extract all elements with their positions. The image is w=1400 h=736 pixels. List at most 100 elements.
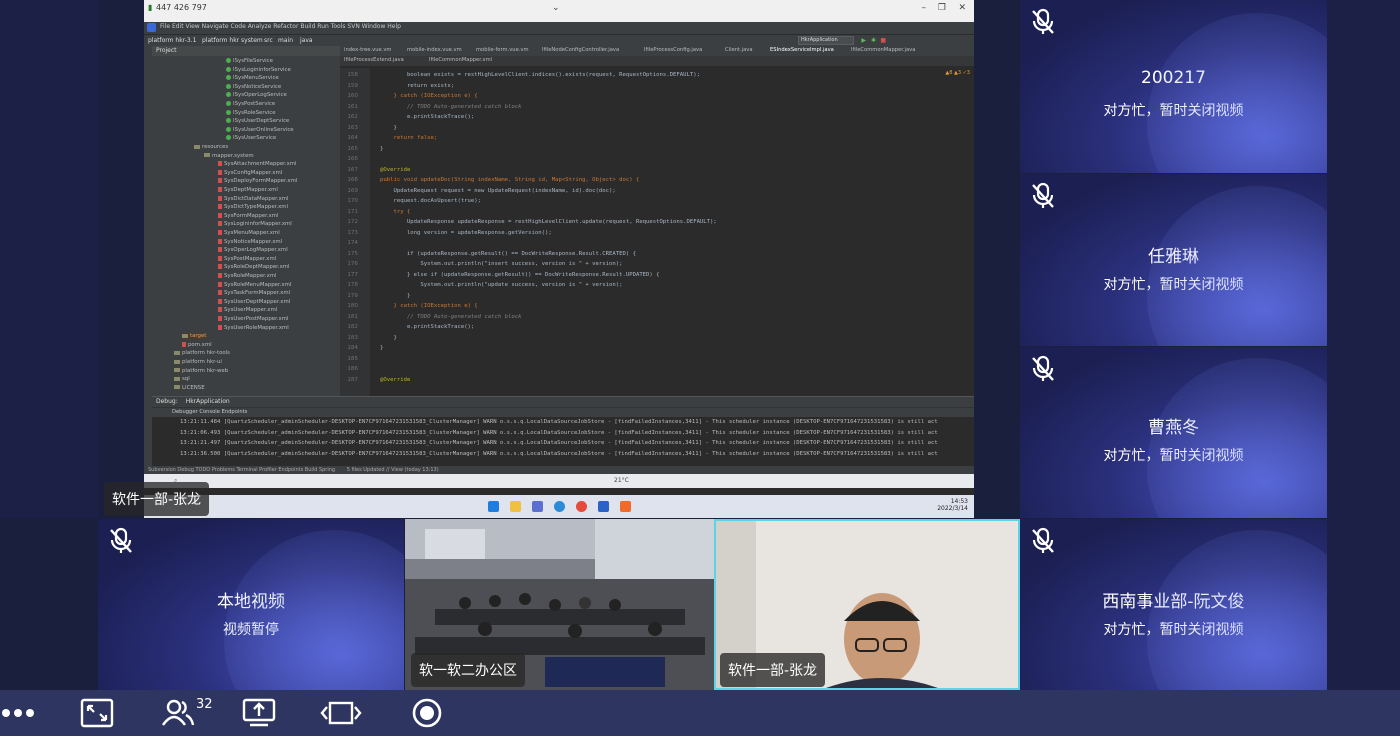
app-icon[interactable] [598,501,609,512]
code-line[interactable]: } catch (IOException e) { [380,303,477,309]
tree-item-service[interactable]: ISysUserOnlineService [226,127,294,133]
code-line[interactable]: @Override [380,167,410,173]
tree-item-service[interactable]: ISysOperLogService [226,92,287,98]
tree-item-service[interactable]: ISysPostService [226,101,275,107]
editor-tab[interactable]: Client.java [725,47,753,53]
tree-item-mapper[interactable]: SysRoleDeptMapper.xml [218,264,290,270]
tree-item-mapper[interactable]: SysDeployFormMapper.xml [218,178,297,184]
code-line[interactable]: request.docAsUpsert(true); [380,198,481,204]
editor-tab[interactable]: IfileProcessExtend.java [344,57,404,63]
editor-tab[interactable]: IfileCommonMapper.java [851,47,915,53]
restore-icon[interactable]: ❐ [938,3,946,13]
explorer-icon[interactable] [510,501,521,512]
code-line[interactable]: boolean exists = restHighLevelClient.ind… [380,72,700,78]
layout-icon[interactable] [320,697,362,729]
store-icon[interactable] [532,501,543,512]
record-icon[interactable] [411,697,443,729]
tree-item-mapper[interactable]: SysRoleMenuMapper.xml [218,282,291,288]
tree-item-mapper[interactable]: SysUserDeptMapper.xml [218,299,290,305]
tree-item-module[interactable]: target [182,333,207,340]
chrome-icon[interactable] [576,501,587,512]
breadcrumb-item[interactable]: platform hkr-3.1 [148,37,196,44]
tree-item-service[interactable]: ISysLogininforService [226,67,291,73]
screen-share[interactable]: ▮ 447 426 797 ⌄ – ❐ ✕ File Edit View Nav… [144,0,974,518]
tree-item-mapper[interactable]: SysOperLogMapper.xml [218,247,288,253]
project-header[interactable]: Project [152,46,340,56]
editor-tab[interactable]: IfileProcessConfig.java [644,47,702,53]
inspection-widget[interactable]: ▲8 ▲3 ✓3 [945,70,970,76]
run-icon[interactable]: ▶ [861,37,866,44]
code-line[interactable]: // TODO Auto-generated catch block [380,314,522,320]
code-line[interactable]: // TODO Auto-generated catch block [380,104,522,110]
participants-icon[interactable] [160,697,196,729]
editor-tab[interactable]: mobile-index.vue.vm [407,47,462,53]
tree-item-mapper[interactable]: SysRoleMapper.xml [218,273,277,279]
participant-tile[interactable]: 西南事业部-阮文俊 对方忙，暂时关闭视频 [1020,519,1327,690]
ide-menu[interactable]: File Edit View Navigate Code Analyze Ref… [160,23,401,30]
code-line[interactable]: @Override [380,377,410,383]
tree-item-folder[interactable]: mapper.system [204,153,254,159]
tree-item-service[interactable]: ISysFileService [226,58,273,64]
participant-tile[interactable]: 任雅琳 对方忙，暂时关闭视频 [1020,174,1327,346]
editor-tab[interactable]: index-tree.vue.vm [344,47,391,53]
code-line[interactable]: } [380,335,396,341]
tree-item-module[interactable]: sql [174,376,190,382]
code-line[interactable]: } [380,146,383,152]
edge-icon[interactable] [554,501,565,512]
code-line[interactable]: } [380,293,410,299]
code-line[interactable]: long version = updateResponse.getVersion… [380,230,552,236]
local-video-tile[interactable]: 本地视频 视频暂停 [98,519,404,690]
run-config-select[interactable]: HkrApplication [798,36,854,45]
debug-tabs[interactable]: Debugger Console Endpoints [152,407,974,417]
code-line[interactable]: try { [380,209,410,215]
tree-item-service[interactable]: ISysNoticeService [226,84,281,90]
share-screen-icon[interactable] [242,697,276,729]
ide-bottom-tabs[interactable]: Subversion Debug TODO Problems Terminal … [148,467,335,473]
code-line[interactable]: return exists; [380,83,454,89]
tree-item-mapper[interactable]: SysTaskFormMapper.xml [218,290,290,296]
tree-item-service[interactable]: ISysMenuService [226,75,279,81]
debug-app-tab[interactable]: HkrApplication [186,398,230,405]
code-line[interactable]: UpdateResponse updateResponse = restHigh… [380,219,717,225]
close-icon[interactable]: ✕ [958,3,966,13]
breadcrumb-item[interactable]: src [264,37,273,44]
minimize-icon[interactable]: – [922,3,927,13]
code-editor[interactable]: index-tree.vue.vm mobile-index.vue.vm mobi… [340,46,974,396]
tree-item-module[interactable]: platform hkr-tools [174,350,230,356]
tree-item-mapper[interactable]: SysUserRoleMapper.xml [218,325,289,331]
code-line[interactable]: System.out.println("insert success, vers… [380,261,622,267]
tree-item-service[interactable]: ISysUserService [226,135,276,141]
speaker-video-tile[interactable]: 软件一部-张龙 [714,519,1020,690]
code-line[interactable]: return false; [380,135,437,141]
more-icon[interactable] [0,697,40,729]
tree-item-mapper[interactable]: SysUserMapper.xml [218,307,277,313]
room-video-tile[interactable]: 软一软二办公区 [405,519,714,690]
code-line[interactable]: } else if (updateResponse.getResult() ==… [380,272,660,278]
participant-tile[interactable]: 曹燕冬 对方忙，暂时关闭视频 [1020,347,1327,518]
tree-item-mapper[interactable]: SysDictDataMapper.xml [218,196,289,202]
editor-tab[interactable]: ESIndexServiceImpl.java [770,47,834,53]
tree-item-module[interactable]: platform hkr-web [174,368,228,374]
editor-tab[interactable]: IfileCommonMapper.xml [429,57,492,63]
code-line[interactable]: } [380,125,396,131]
tree-item-mapper[interactable]: SysDeptMapper.xml [218,187,278,193]
tree-item-mapper[interactable]: SysPostMapper.xml [218,256,276,262]
tree-item-service[interactable]: ISysRoleService [226,110,276,116]
code-line[interactable]: } [380,345,383,351]
breadcrumb-item[interactable]: java [300,37,313,44]
tree-item-module[interactable]: pom.xml [182,342,212,348]
code-line[interactable]: if (updateResponse.getResult() == DocWri… [380,251,636,257]
start-icon[interactable] [488,501,499,512]
tree-item-mapper[interactable]: SysNoticeMapper.xml [218,239,282,245]
breadcrumb-item[interactable]: platform hkr system [202,37,263,44]
stop-icon[interactable]: ■ [880,37,886,44]
code-line[interactable]: e.printStackTrace(); [380,324,474,330]
code-line[interactable]: e.printStackTrace(); [380,114,474,120]
tree-item-module[interactable]: LICENSE [174,385,205,391]
breadcrumb-item[interactable]: main [278,37,293,44]
tree-item-mapper[interactable]: SysUserPostMapper.xml [218,316,288,322]
editor-tab[interactable]: mobile-form.vue.vm [476,47,529,53]
code-line[interactable]: UpdateRequest request = new UpdateReques… [380,188,615,194]
collapse-icon[interactable]: ⌄ [552,3,560,13]
tree-item-mapper[interactable]: SysAttachmentMapper.xml [218,161,297,167]
